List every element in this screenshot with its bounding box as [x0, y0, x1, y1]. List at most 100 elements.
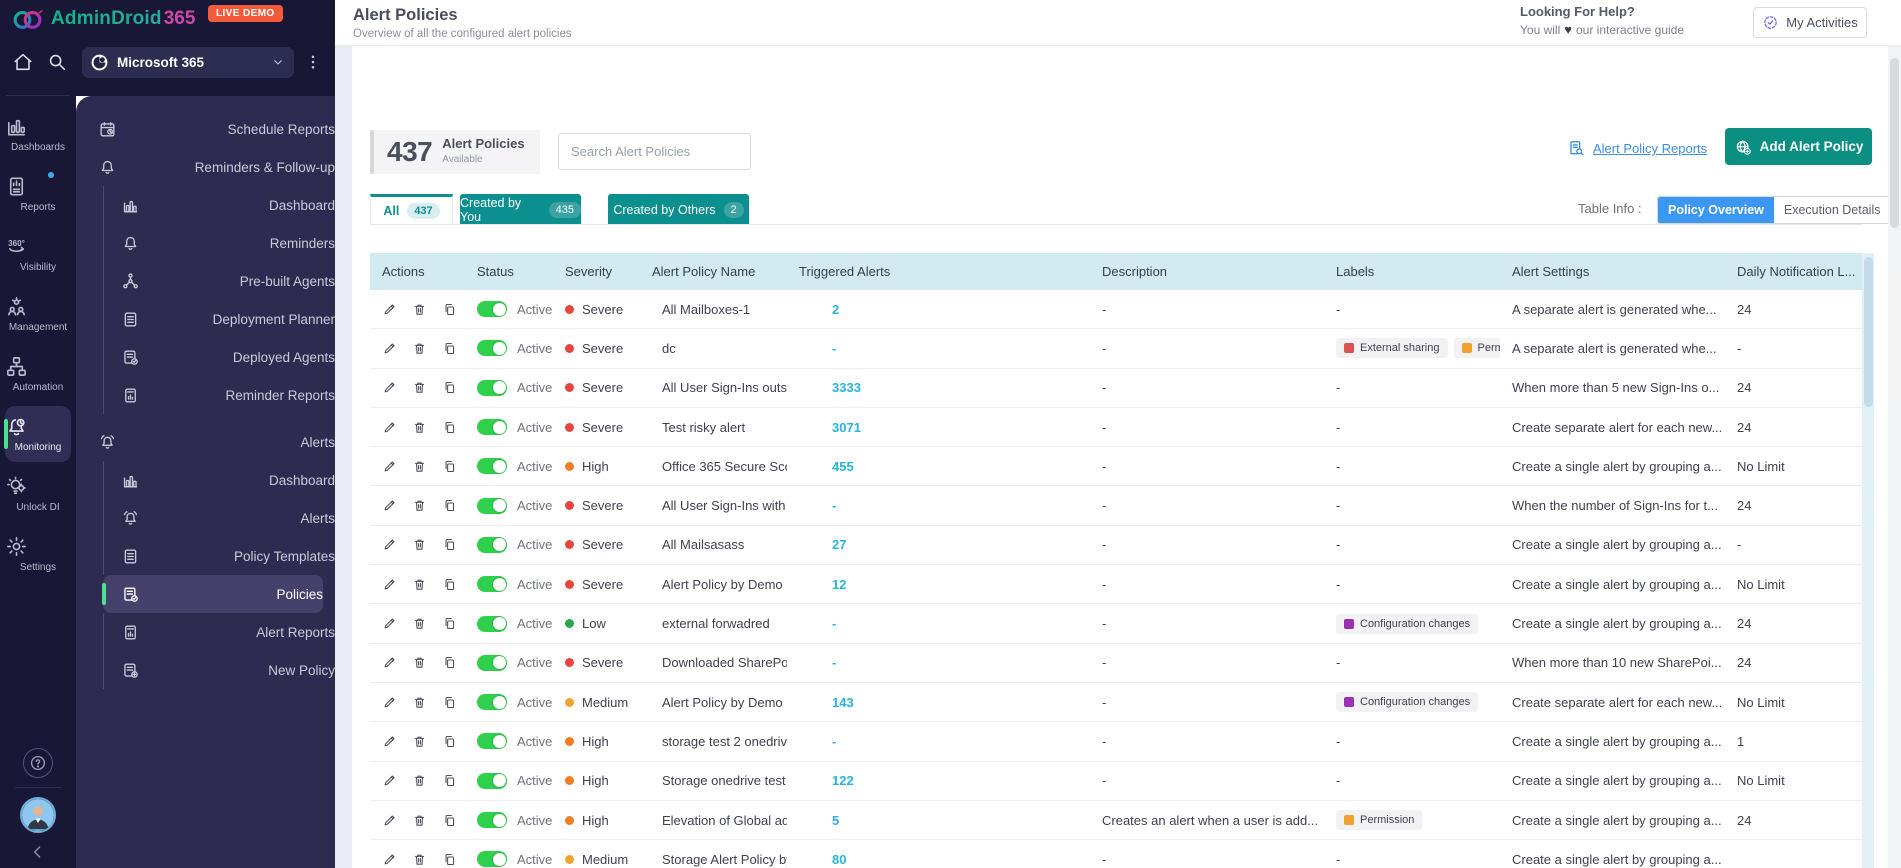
delete-icon[interactable]: [412, 537, 427, 552]
page-scrollbar-thumb[interactable]: [1890, 58, 1899, 228]
edit-icon[interactable]: [382, 852, 397, 867]
delete-icon[interactable]: [412, 302, 427, 317]
status-toggle[interactable]: [477, 458, 507, 474]
kebab-menu-icon[interactable]: [304, 53, 322, 71]
status-toggle[interactable]: [477, 419, 507, 435]
triggered-alerts-link[interactable]: 5: [787, 813, 1090, 828]
rail-item-settings[interactable]: Settings: [5, 526, 71, 582]
my-activities-button[interactable]: My Activities: [1753, 7, 1867, 38]
status-toggle[interactable]: [477, 498, 507, 514]
edit-icon[interactable]: [382, 577, 397, 592]
rail-item-automation[interactable]: Automation: [5, 346, 71, 402]
status-toggle[interactable]: [477, 773, 507, 789]
copy-icon[interactable]: [442, 380, 457, 395]
sidebar-item-pre-built-agents[interactable]: Pre-built Agents: [103, 262, 335, 300]
copy-icon[interactable]: [442, 813, 457, 828]
sidebar-item-dashboard[interactable]: Dashboard: [103, 461, 335, 499]
status-toggle[interactable]: [477, 812, 507, 828]
copy-icon[interactable]: [442, 420, 457, 435]
status-toggle[interactable]: [477, 537, 507, 553]
sidebar-item-policies[interactable]: Policies: [103, 575, 323, 613]
user-avatar[interactable]: [20, 797, 56, 833]
help-button[interactable]: [23, 748, 53, 778]
home-icon[interactable]: [12, 51, 34, 73]
search-icon[interactable]: [46, 51, 68, 73]
sidebar-item-reminder-reports[interactable]: Reminder Reports: [103, 376, 335, 414]
search-input[interactable]: [558, 133, 751, 170]
tab-created-by-others[interactable]: Created by Others 2: [608, 194, 749, 225]
table-scrollbar-thumb[interactable]: [1864, 257, 1873, 407]
delete-icon[interactable]: [412, 813, 427, 828]
status-toggle[interactable]: [477, 616, 507, 632]
delete-icon[interactable]: [412, 577, 427, 592]
copy-icon[interactable]: [442, 695, 457, 710]
copy-icon[interactable]: [442, 498, 457, 513]
copy-icon[interactable]: [442, 852, 457, 867]
triggered-alerts-link[interactable]: -: [787, 616, 1090, 631]
triggered-alerts-link[interactable]: -: [787, 734, 1090, 749]
delete-icon[interactable]: [412, 695, 427, 710]
edit-icon[interactable]: [382, 813, 397, 828]
copy-icon[interactable]: [442, 773, 457, 788]
copy-icon[interactable]: [442, 616, 457, 631]
edit-icon[interactable]: [382, 734, 397, 749]
triggered-alerts-link[interactable]: 3071: [787, 420, 1090, 435]
sidebar-item-policy-templates[interactable]: Policy Templates: [103, 537, 335, 575]
edit-icon[interactable]: [382, 616, 397, 631]
copy-icon[interactable]: [442, 734, 457, 749]
triggered-alerts-link[interactable]: 3333: [787, 380, 1090, 395]
delete-icon[interactable]: [412, 655, 427, 670]
sidebar-item-deployed-agents[interactable]: Deployed Agents: [103, 338, 335, 376]
rail-item-monitoring[interactable]: Monitoring: [5, 406, 71, 462]
alert-policy-reports-link[interactable]: Alert Policy Reports: [1567, 139, 1707, 158]
copy-icon[interactable]: [442, 459, 457, 474]
copy-icon[interactable]: [442, 577, 457, 592]
status-toggle[interactable]: [477, 655, 507, 671]
sidebar-item-reminders[interactable]: Reminders: [103, 224, 335, 262]
edit-icon[interactable]: [382, 695, 397, 710]
delete-icon[interactable]: [412, 420, 427, 435]
sidebar-item-reminders-follow-up[interactable]: Reminders & Follow-up: [76, 148, 335, 186]
triggered-alerts-link[interactable]: -: [787, 498, 1090, 513]
status-toggle[interactable]: [477, 851, 507, 867]
sidebar-item-dashboard[interactable]: Dashboard: [103, 186, 335, 224]
triggered-alerts-link[interactable]: 455: [787, 459, 1090, 474]
sidebar-item-schedule-reports[interactable]: Schedule Reports: [76, 110, 335, 148]
triggered-alerts-link[interactable]: 122: [787, 773, 1090, 788]
edit-icon[interactable]: [382, 341, 397, 356]
copy-icon[interactable]: [442, 537, 457, 552]
status-toggle[interactable]: [477, 733, 507, 749]
delete-icon[interactable]: [412, 380, 427, 395]
edit-icon[interactable]: [382, 773, 397, 788]
add-alert-policy-button[interactable]: Add Alert Policy: [1725, 128, 1872, 165]
edit-icon[interactable]: [382, 655, 397, 670]
delete-icon[interactable]: [412, 459, 427, 474]
sidebar-item-alerts[interactable]: Alerts: [103, 499, 335, 537]
rail-item-unlock-di[interactable]: Unlock DI: [5, 466, 71, 522]
rail-item-visibility[interactable]: 360° Visibility: [5, 226, 71, 282]
delete-icon[interactable]: [412, 773, 427, 788]
sidebar-item-alerts[interactable]: Alerts: [76, 423, 335, 461]
execution-details-option[interactable]: Execution Details: [1774, 197, 1891, 223]
delete-icon[interactable]: [412, 852, 427, 867]
policy-overview-option[interactable]: Policy Overview: [1658, 197, 1774, 223]
delete-icon[interactable]: [412, 498, 427, 513]
status-toggle[interactable]: [477, 301, 507, 317]
collapse-sidebar-icon[interactable]: [28, 842, 48, 862]
edit-icon[interactable]: [382, 459, 397, 474]
sidebar-item-deployment-planner[interactable]: Deployment Planner: [103, 300, 335, 338]
page-scrollbar[interactable]: [1888, 46, 1901, 868]
delete-icon[interactable]: [412, 734, 427, 749]
triggered-alerts-link[interactable]: -: [787, 341, 1090, 356]
copy-icon[interactable]: [442, 655, 457, 670]
edit-icon[interactable]: [382, 498, 397, 513]
status-toggle[interactable]: [477, 694, 507, 710]
edit-icon[interactable]: [382, 420, 397, 435]
status-toggle[interactable]: [477, 340, 507, 356]
edit-icon[interactable]: [382, 537, 397, 552]
sidebar-item-alert-reports[interactable]: Alert Reports: [103, 613, 335, 651]
copy-icon[interactable]: [442, 341, 457, 356]
sidebar-item-new-policy[interactable]: New Policy: [103, 651, 335, 689]
delete-icon[interactable]: [412, 616, 427, 631]
triggered-alerts-link[interactable]: -: [787, 655, 1090, 670]
